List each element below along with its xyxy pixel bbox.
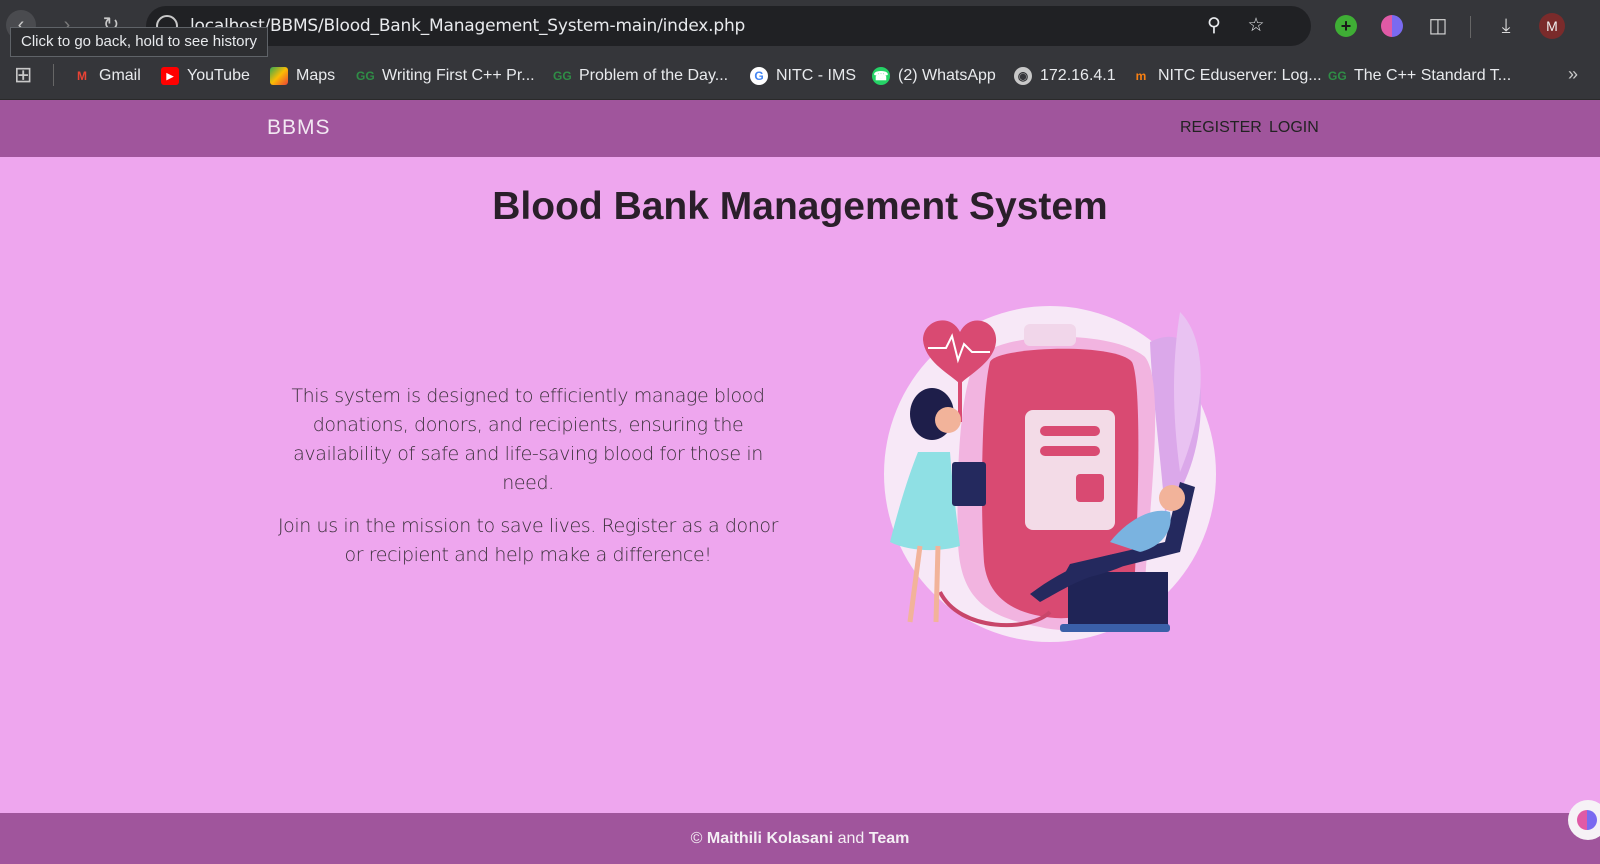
- floating-extension-button[interactable]: [1568, 800, 1600, 840]
- bookmark-nitc-ims[interactable]: G NITC - IMS: [750, 64, 856, 88]
- address-bar[interactable]: localhost/BBMS/Blood_Bank_Management_Sys…: [146, 6, 1311, 46]
- bookmark-cpp-standard[interactable]: GG The C++ Standard T...: [1328, 64, 1511, 88]
- bookmarks-divider: [53, 64, 54, 86]
- zoom-icon[interactable]: ⚲: [1202, 14, 1226, 38]
- back-tooltip: Click to go back, hold to see history: [10, 27, 268, 57]
- label-square: [1076, 474, 1104, 502]
- moodle-icon: m: [1135, 69, 1147, 83]
- register-link[interactable]: REGISTER: [1180, 119, 1262, 137]
- bag-hanger: [1024, 324, 1076, 346]
- login-link[interactable]: LOGIN: [1269, 119, 1319, 137]
- download-icon[interactable]: ⤓: [1492, 12, 1520, 40]
- doctor-head: [935, 407, 961, 433]
- bookmark-172-16-4-1[interactable]: ◉ 172.16.4.1: [1014, 64, 1116, 88]
- extension-plus-icon[interactable]: +: [1332, 12, 1360, 40]
- label-line: [1040, 426, 1100, 436]
- google-icon: G: [750, 67, 768, 85]
- intro-paragraph-1: This system is designed to efficiently m…: [291, 385, 765, 494]
- extensions-puzzle-icon[interactable]: ◫: [1424, 12, 1452, 40]
- bookmark-gmail[interactable]: M Gmail: [73, 64, 141, 88]
- brain-icon: [1577, 810, 1597, 830]
- chair-base: [1068, 572, 1168, 627]
- copyright-symbol: ©: [690, 830, 703, 847]
- gfg-icon: GG: [1328, 69, 1347, 83]
- intro-text: This system is designed to efficiently m…: [270, 382, 786, 584]
- toolbar-divider: [1470, 16, 1471, 38]
- gfg-icon: GG: [356, 69, 375, 83]
- gfg-icon: GG: [553, 69, 572, 83]
- footer-author: Maithili Kolasani: [706, 830, 834, 847]
- bookmark-nitc-eduserver[interactable]: m NITC Eduserver: Log...: [1132, 64, 1322, 88]
- site-footer: © Maithili Kolasani and Team: [0, 813, 1600, 864]
- more-bookmarks-icon[interactable]: »: [1568, 64, 1578, 85]
- bookmark-youtube[interactable]: ▶ YouTube: [161, 64, 250, 88]
- doctor-clipboard: [952, 462, 986, 506]
- doctor-leg: [933, 545, 941, 623]
- bookmarks-bar: ⊞ M Gmail ▶ YouTube Maps GG Writing First C…: [0, 52, 1600, 100]
- globe-icon: ◉: [1014, 67, 1032, 85]
- brand-logo[interactable]: BBMS: [267, 116, 331, 140]
- intro-paragraph-2: Join us in the mission to save lives. Re…: [277, 515, 779, 566]
- maps-icon: [270, 67, 288, 85]
- bookmark-maps[interactable]: Maps: [270, 64, 335, 88]
- site-navbar: BBMS REGISTER LOGIN: [0, 100, 1600, 157]
- donor-head: [1159, 485, 1185, 511]
- bookmark-star-icon[interactable]: ☆: [1244, 14, 1268, 38]
- label-line: [1040, 446, 1100, 456]
- footer-conjunction: and: [837, 830, 865, 847]
- whatsapp-icon: ☎: [872, 67, 890, 85]
- bookmark-problem-of-the-day[interactable]: GG Problem of the Day...: [553, 64, 728, 88]
- url-text[interactable]: localhost/BBMS/Blood_Bank_Management_Sys…: [190, 16, 745, 36]
- bookmark-writing-first-cpp[interactable]: GG Writing First C++ Pr...: [356, 64, 535, 88]
- profile-avatar[interactable]: M: [1538, 12, 1566, 40]
- youtube-icon: ▶: [161, 67, 179, 85]
- gmail-icon: M: [77, 69, 87, 83]
- footer-team: Team: [868, 830, 910, 847]
- chair-foot: [1060, 624, 1170, 632]
- extension-brain-icon[interactable]: [1378, 12, 1406, 40]
- blood-donation-illustration: [884, 306, 1216, 642]
- bookmark-whatsapp[interactable]: ☎ (2) WhatsApp: [872, 64, 996, 88]
- apps-grid-icon[interactable]: ⊞: [14, 64, 36, 86]
- page-title: Blood Bank Management System: [492, 185, 1108, 228]
